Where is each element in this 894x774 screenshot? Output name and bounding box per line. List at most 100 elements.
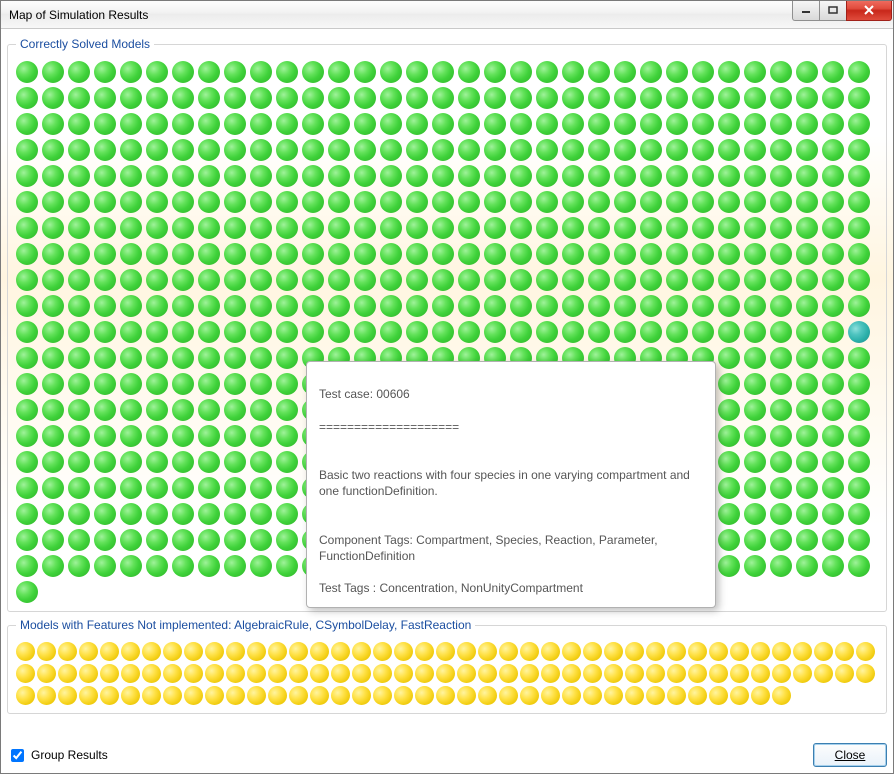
- result-dot[interactable]: [744, 503, 766, 525]
- result-dot[interactable]: [224, 269, 246, 291]
- result-dot[interactable]: [510, 243, 532, 265]
- result-dot[interactable]: [250, 217, 272, 239]
- result-dot[interactable]: [172, 113, 194, 135]
- result-dot[interactable]: [331, 642, 350, 661]
- result-dot[interactable]: [406, 217, 428, 239]
- result-dot[interactable]: [172, 61, 194, 83]
- result-dot[interactable]: [406, 321, 428, 343]
- result-dot[interactable]: [406, 87, 428, 109]
- result-dot[interactable]: [250, 451, 272, 473]
- result-dot[interactable]: [848, 243, 870, 265]
- result-dot[interactable]: [250, 321, 272, 343]
- result-dot[interactable]: [614, 269, 636, 291]
- result-dot[interactable]: [224, 555, 246, 577]
- result-dot[interactable]: [588, 269, 610, 291]
- result-dot[interactable]: [79, 686, 98, 705]
- result-dot[interactable]: [640, 217, 662, 239]
- result-dot[interactable]: [184, 642, 203, 661]
- result-dot[interactable]: [373, 686, 392, 705]
- result-dot[interactable]: [848, 529, 870, 551]
- result-dot[interactable]: [718, 373, 740, 395]
- result-dot[interactable]: [822, 399, 844, 421]
- result-dot[interactable]: [536, 87, 558, 109]
- result-dot[interactable]: [172, 87, 194, 109]
- result-dot[interactable]: [16, 425, 38, 447]
- result-dot[interactable]: [172, 529, 194, 551]
- result-dot[interactable]: [848, 165, 870, 187]
- result-dot[interactable]: [822, 477, 844, 499]
- result-dot[interactable]: [744, 399, 766, 421]
- result-dot[interactable]: [536, 139, 558, 161]
- result-dot[interactable]: [614, 243, 636, 265]
- result-dot[interactable]: [614, 87, 636, 109]
- result-dot[interactable]: [16, 243, 38, 265]
- result-dot[interactable]: [484, 321, 506, 343]
- result-dot[interactable]: [835, 642, 854, 661]
- result-dot[interactable]: [770, 165, 792, 187]
- result-dot[interactable]: [172, 503, 194, 525]
- result-dot[interactable]: [666, 165, 688, 187]
- result-dot[interactable]: [718, 295, 740, 317]
- result-dot[interactable]: [250, 503, 272, 525]
- result-dot[interactable]: [250, 243, 272, 265]
- result-dot[interactable]: [302, 243, 324, 265]
- result-dot[interactable]: [432, 217, 454, 239]
- result-dot[interactable]: [666, 295, 688, 317]
- result-dot[interactable]: [16, 451, 38, 473]
- result-dot[interactable]: [94, 425, 116, 447]
- result-dot[interactable]: [94, 399, 116, 421]
- result-dot[interactable]: [380, 113, 402, 135]
- result-dot[interactable]: [640, 295, 662, 317]
- result-dot[interactable]: [310, 686, 329, 705]
- result-dot[interactable]: [614, 295, 636, 317]
- result-dot[interactable]: [172, 269, 194, 291]
- result-dot[interactable]: [562, 664, 581, 683]
- result-dot[interactable]: [42, 191, 64, 213]
- result-dot[interactable]: [302, 61, 324, 83]
- result-dot[interactable]: [163, 664, 182, 683]
- result-dot[interactable]: [536, 113, 558, 135]
- result-dot[interactable]: [588, 217, 610, 239]
- result-dot[interactable]: [276, 269, 298, 291]
- result-dot[interactable]: [822, 347, 844, 369]
- result-dot[interactable]: [289, 642, 308, 661]
- result-dot[interactable]: [796, 269, 818, 291]
- result-dot[interactable]: [583, 664, 602, 683]
- result-dot[interactable]: [276, 321, 298, 343]
- result-dot[interactable]: [666, 87, 688, 109]
- result-dot[interactable]: [120, 451, 142, 473]
- result-dot[interactable]: [16, 165, 38, 187]
- result-dot[interactable]: [268, 664, 287, 683]
- result-dot[interactable]: [666, 269, 688, 291]
- result-dot[interactable]: [16, 269, 38, 291]
- result-dot[interactable]: [120, 399, 142, 421]
- result-dot[interactable]: [146, 529, 168, 551]
- result-dot[interactable]: [94, 165, 116, 187]
- result-dot[interactable]: [614, 321, 636, 343]
- result-dot[interactable]: [373, 642, 392, 661]
- result-dot[interactable]: [79, 642, 98, 661]
- result-dot[interactable]: [614, 113, 636, 135]
- result-dot[interactable]: [198, 269, 220, 291]
- result-dot[interactable]: [268, 642, 287, 661]
- result-dot[interactable]: [250, 555, 272, 577]
- result-dot[interactable]: [328, 295, 350, 317]
- result-dot[interactable]: [640, 139, 662, 161]
- result-dot[interactable]: [328, 165, 350, 187]
- result-dot[interactable]: [310, 664, 329, 683]
- result-dot[interactable]: [814, 642, 833, 661]
- result-dot[interactable]: [822, 139, 844, 161]
- result-dot[interactable]: [42, 61, 64, 83]
- result-dot[interactable]: [718, 425, 740, 447]
- result-dot[interactable]: [822, 191, 844, 213]
- result-dot[interactable]: [458, 139, 480, 161]
- result-dot[interactable]: [796, 87, 818, 109]
- result-dot[interactable]: [822, 373, 844, 395]
- result-dot[interactable]: [94, 321, 116, 343]
- result-dot[interactable]: [625, 642, 644, 661]
- result-dot[interactable]: [718, 165, 740, 187]
- result-dot[interactable]: [380, 321, 402, 343]
- result-dot[interactable]: [640, 113, 662, 135]
- result-dot[interactable]: [822, 61, 844, 83]
- result-dot[interactable]: [744, 347, 766, 369]
